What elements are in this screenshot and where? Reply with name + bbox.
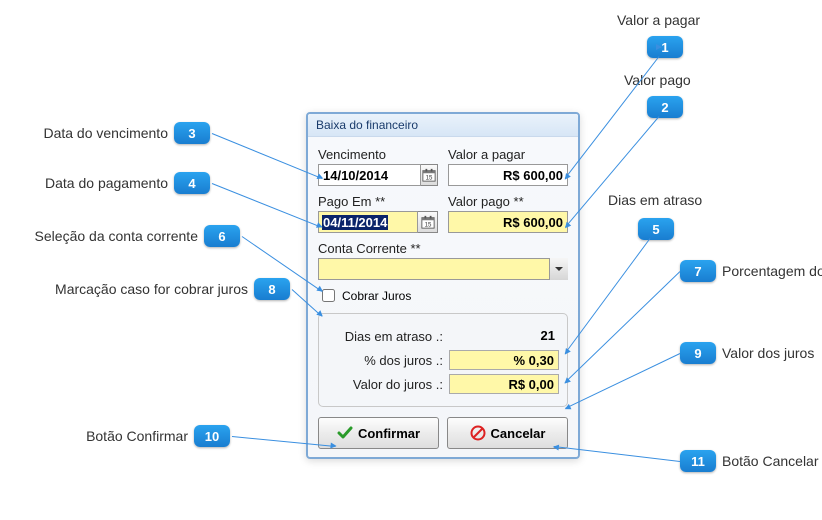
vencimento-input[interactable] [318,164,421,186]
valor-pagar-input[interactable] [448,164,568,186]
valor-pago-label: Valor pago ** [448,194,568,209]
callout-bubble-5: 5 [638,218,674,240]
valor-juros-label: Valor do juros .: [327,377,443,392]
conta-corrente-label: Conta Corrente ** [318,241,568,256]
pct-juros-value[interactable]: % 0,30 [449,350,559,370]
confirm-button[interactable]: Confirmar [318,417,439,449]
pct-juros-label: % dos juros .: [327,353,443,368]
callout-9: 9 Valor dos juros [680,342,814,364]
callout-11: 11 Botão Cancelar [680,450,819,472]
cancel-button[interactable]: Cancelar [447,417,568,449]
vencimento-label: Vencimento [318,147,438,162]
juros-panel: Dias em atraso .: 21 % dos juros .: % 0,… [318,313,568,407]
chevron-down-icon[interactable] [549,258,568,280]
svg-text:15: 15 [426,174,433,181]
cobrar-juros-label: Cobrar Juros [342,289,411,303]
valor-pago-input[interactable] [448,211,568,233]
callout-8: Marcação caso for cobrar juros 8 [0,278,290,300]
callout-7: 7 Porcentagem dos juros [680,260,822,282]
callout-5: Dias em atraso [608,192,702,208]
dias-atraso-value: 21 [449,326,559,346]
callout-10: Botão Confirmar 10 [60,425,230,447]
check-icon [337,425,353,441]
cancel-icon [470,425,486,441]
pago-em-input[interactable]: 04/11/2014 [318,211,418,233]
callout-1: Valor a pagar [617,12,700,28]
callout-bubble-1: 1 [647,36,683,58]
baixa-financeiro-dialog: Baixa do financeiro Vencimento 15 Valor … [306,112,580,459]
conta-corrente-select[interactable] [318,258,568,280]
cobrar-juros-checkbox[interactable] [322,289,335,302]
callout-bubble-2: 2 [647,96,683,118]
valor-pagar-label: Valor a pagar [448,147,568,162]
callout-3: Data do vencimento 3 [30,122,210,144]
calendar-icon[interactable]: 15 [418,211,438,233]
dialog-title: Baixa do financeiro [308,114,578,137]
calendar-icon[interactable]: 15 [421,164,438,186]
callout-4: Data do pagamento 4 [30,172,210,194]
callout-2: Valor pago [624,72,691,88]
dias-atraso-label: Dias em atraso .: [327,329,443,344]
valor-juros-value[interactable]: R$ 0,00 [449,374,559,394]
svg-text:15: 15 [424,221,431,228]
pago-em-label: Pago Em ** [318,194,438,209]
callout-6: Seleção da conta corrente 6 [30,225,240,247]
